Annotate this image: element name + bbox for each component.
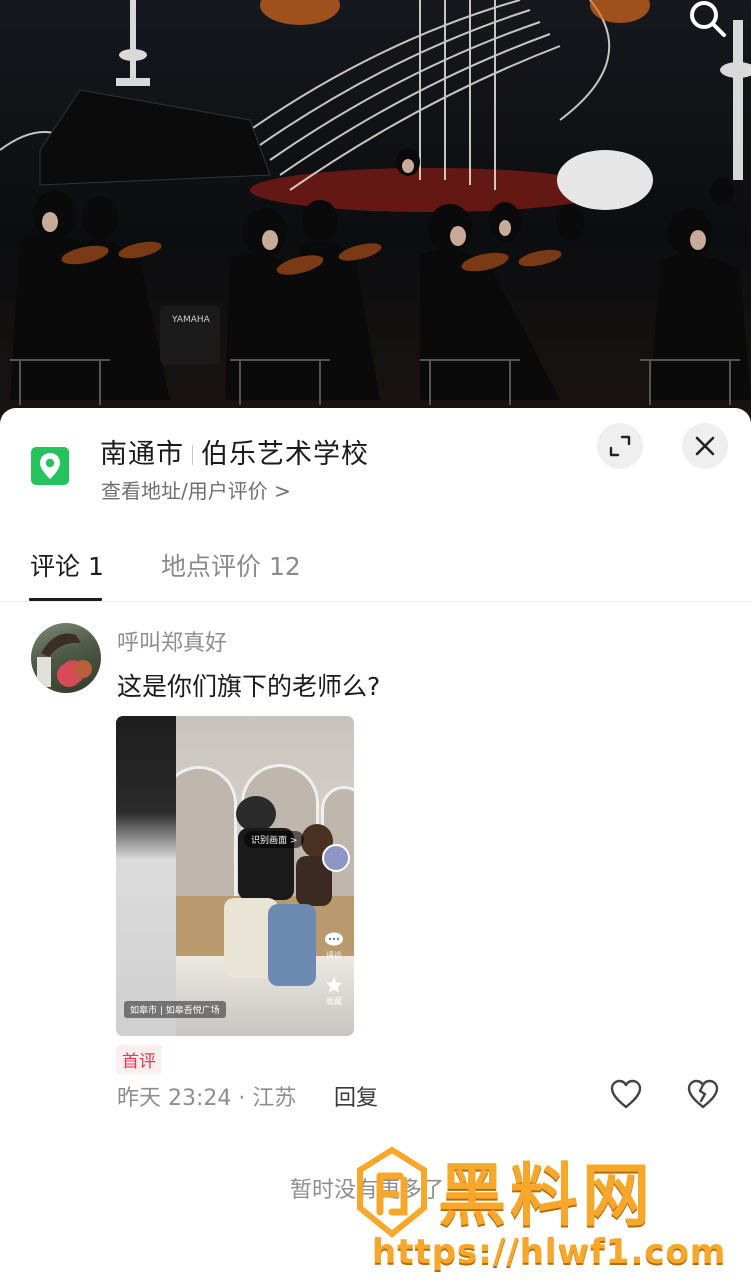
search-icon [690,1,726,37]
comment-time-location: 昨天 23:24 · 江苏 [117,1086,297,1111]
title-separator [192,445,193,465]
expand-button[interactable] [597,423,643,469]
location-title[interactable]: 南通市 伯乐艺术学校 [100,432,369,471]
avatar[interactable] [31,623,101,693]
location-city: 南通市 [100,439,184,470]
person-head [236,796,276,832]
thumb-favorite-label: 收藏 [326,997,342,1006]
star-icon [326,977,342,993]
expand-icon [609,435,631,457]
tab-comments[interactable]: 评论 1 [30,547,104,583]
watermark: 黑料网 https://hlwf1.com [350,1140,745,1280]
thumb-avatar [322,844,350,872]
thumb-favorite: 收藏 [322,976,346,1007]
thumb-comment: 评论 [322,932,346,961]
comment-image[interactable]: 识别画面 > 评论 收藏 如皋市 | 如皋吾悦广场 [116,716,354,1036]
watermark-url: https://hlwf1.com [372,1232,727,1272]
watermark-logo-icon [357,1146,427,1238]
comment-username[interactable]: 呼叫郑真好 [117,625,227,657]
background-photo: YAMAHA [0,0,751,430]
foreground-person [116,716,176,1036]
first-comment-badge: 首评 [116,1045,162,1074]
watermark-text: 黑料网 [438,1157,655,1236]
recognize-image-pill: 识别画面 > [244,831,305,848]
close-button[interactable] [682,423,728,469]
comment-text: 这是你们旗下的老师么? [117,672,381,701]
orchestra-photo: YAMAHA [0,0,751,405]
location-subtitle-link[interactable]: 查看地址/用户评价 > [101,475,291,504]
tabs-divider [0,601,751,602]
location-pin-icon [31,447,69,485]
tab-place-reviews[interactable]: 地点评价 12 [161,547,301,583]
heart-icon [610,1079,642,1109]
thumb-location-tag: 如皋市 | 如皋吾悦广场 [124,1001,226,1018]
comment-bubble-icon [325,932,343,946]
search-button[interactable] [683,0,733,44]
reply-button[interactable]: 回复 [334,1080,378,1112]
svg-text:YAMAHA: YAMAHA [171,315,211,325]
dislike-button[interactable] [686,1078,720,1110]
close-icon [695,436,715,456]
broken-heart-icon [687,1079,719,1109]
location-name: 伯乐艺术学校 [201,439,369,470]
thumb-comment-label: 评论 [326,951,342,960]
person-jeans [268,904,316,986]
like-button[interactable] [609,1078,643,1110]
